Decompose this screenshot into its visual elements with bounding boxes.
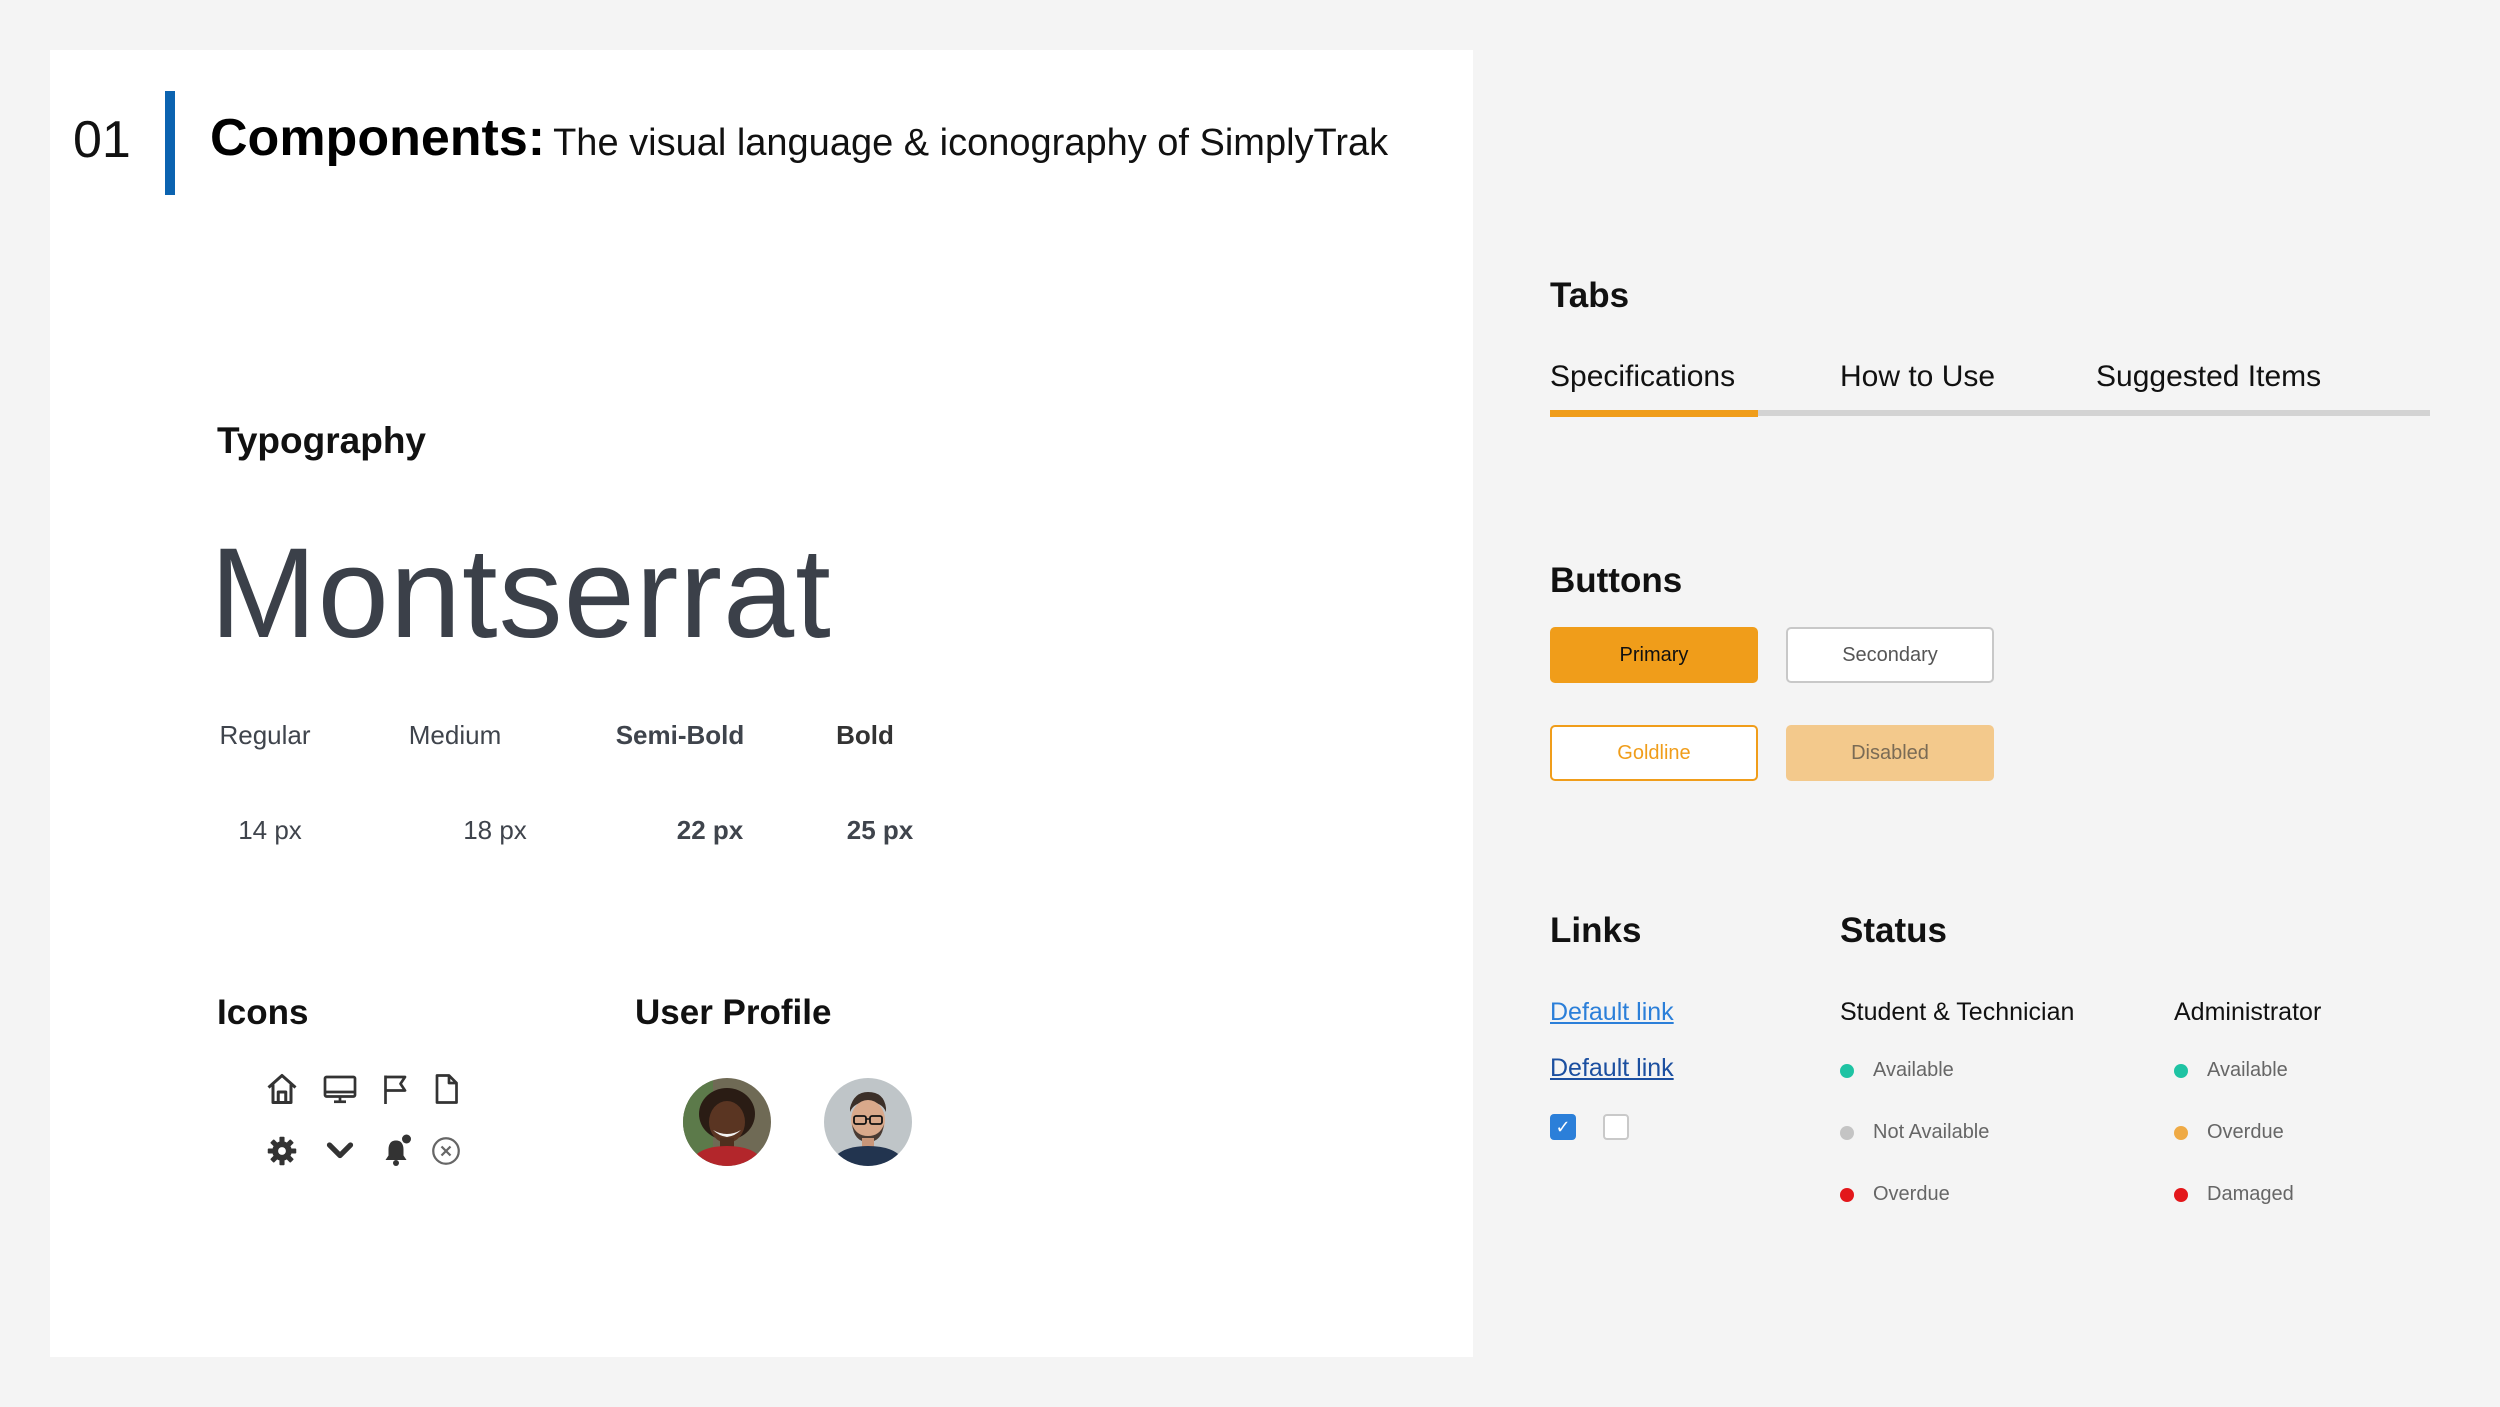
chevron-down-icon — [322, 1133, 358, 1169]
checkbox-unchecked[interactable] — [1603, 1114, 1629, 1140]
status-item: Not Available — [1840, 1121, 1989, 1144]
size-25: 25 px — [846, 815, 914, 845]
home-icon — [264, 1071, 300, 1107]
weight-medium: Medium — [408, 720, 502, 750]
flag-icon — [378, 1071, 414, 1107]
default-link-visited[interactable]: Default link — [1550, 1054, 1674, 1083]
status-label: Damaged — [2207, 1183, 2294, 1205]
status-dot-not-available — [1840, 1125, 1854, 1140]
status-dot-overdue — [2174, 1125, 2188, 1140]
notification-bell-icon — [378, 1133, 414, 1169]
status-column-title-student: Student & Technician — [1840, 998, 2075, 1026]
disabled-button: Disabled — [1786, 725, 1994, 781]
status-item: Available — [2174, 1059, 2288, 1082]
icons-heading: Icons — [217, 993, 309, 1032]
secondary-button[interactable]: Secondary — [1786, 627, 1994, 683]
section-title: Components: The visual language & iconogr… — [210, 108, 1388, 168]
document-icon — [428, 1071, 464, 1107]
section-accent-bar — [165, 91, 175, 195]
size-14: 14 px — [238, 815, 302, 845]
status-item: Overdue — [2174, 1121, 2284, 1144]
buttons-heading: Buttons — [1550, 561, 1683, 600]
gear-icon — [264, 1133, 300, 1169]
close-circle-icon — [428, 1133, 464, 1169]
avatar-man[interactable] — [824, 1078, 912, 1166]
status-dot-available — [2174, 1063, 2188, 1078]
links-heading: Links — [1550, 911, 1642, 950]
status-item: Damaged — [2174, 1183, 2294, 1206]
section-title-main: Components: — [210, 109, 546, 167]
status-label: Available — [2207, 1059, 2288, 1081]
primary-button[interactable]: Primary — [1550, 627, 1758, 683]
weight-semi-bold: Semi-Bold — [615, 720, 745, 750]
status-dot-available — [1840, 1063, 1854, 1078]
status-dot-overdue — [1840, 1187, 1854, 1202]
tab-how-to-use[interactable]: How to Use — [1840, 360, 1995, 394]
typography-heading: Typography — [217, 420, 426, 461]
status-item: Available — [1840, 1059, 1954, 1082]
status-heading: Status — [1840, 911, 1947, 950]
avatar-woman[interactable] — [683, 1078, 771, 1166]
section-number: 01 — [73, 111, 131, 169]
status-label: Overdue — [1873, 1183, 1950, 1205]
status-label: Not Available — [1873, 1121, 1990, 1143]
status-column-title-admin: Administrator — [2174, 998, 2322, 1026]
user-profile-heading: User Profile — [635, 993, 832, 1032]
goldline-button[interactable]: Goldline — [1550, 725, 1758, 781]
status-label: Available — [1873, 1059, 1954, 1081]
tabs-heading: Tabs — [1550, 276, 1630, 315]
weight-bold: Bold — [836, 720, 894, 750]
monitor-icon — [322, 1071, 358, 1107]
default-link[interactable]: Default link — [1550, 998, 1674, 1027]
tab-suggested-items[interactable]: Suggested Items — [2096, 360, 2321, 394]
font-name-sample: Montserrat — [210, 522, 832, 665]
tab-specifications[interactable]: Specifications — [1550, 360, 1735, 394]
status-label: Overdue — [2207, 1121, 2284, 1143]
checkbox-checked[interactable]: ✓ — [1550, 1114, 1576, 1140]
size-22: 22 px — [676, 815, 744, 845]
weight-regular: Regular — [219, 720, 311, 750]
tab-active-indicator — [1550, 410, 1758, 417]
section-subtitle: The visual language & iconography of Sim… — [553, 122, 1389, 164]
status-dot-damaged — [2174, 1187, 2188, 1202]
status-item: Overdue — [1840, 1183, 1950, 1206]
size-18: 18 px — [463, 815, 527, 845]
